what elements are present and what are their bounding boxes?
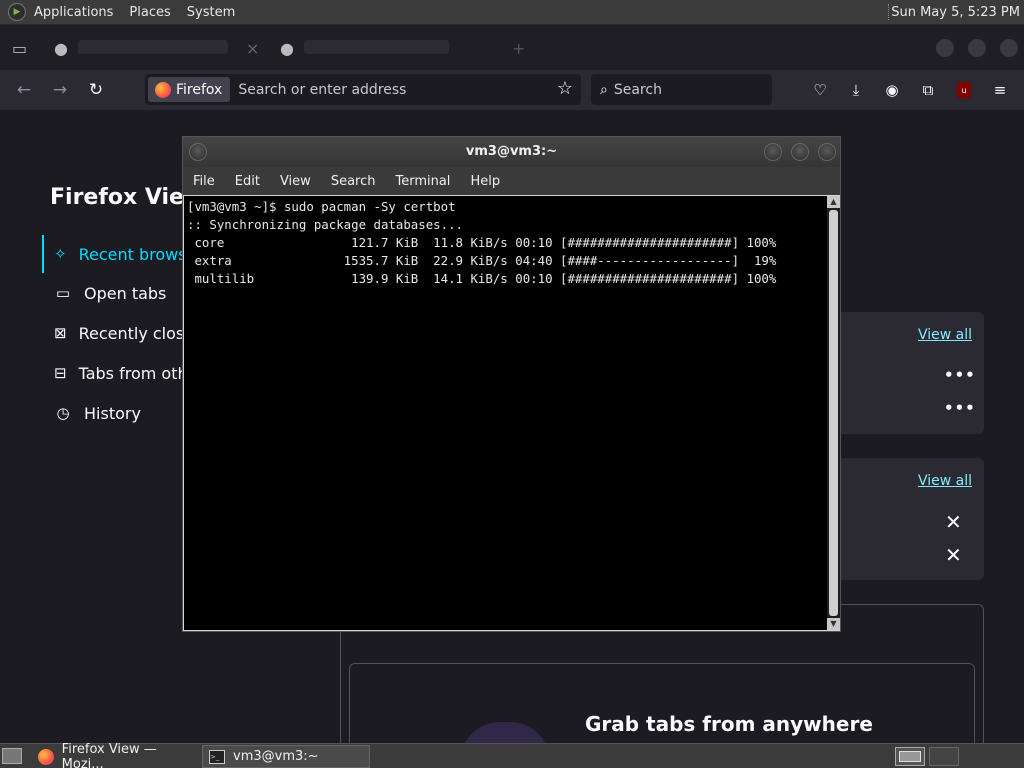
pocket-icon[interactable]: ♡	[810, 80, 830, 100]
terminal-line: :: Synchronizing package databases...	[187, 217, 464, 232]
panel-separator	[888, 4, 890, 20]
url-bar[interactable]: Firefox Search or enter address ☆	[145, 74, 581, 105]
menu-view[interactable]: View	[270, 174, 321, 189]
search-input[interactable]: Search	[614, 82, 662, 98]
nav-item-recently-closed[interactable]: ⊠ Recently closed	[42, 313, 192, 353]
nav-item-history[interactable]: ◷ History	[42, 393, 192, 433]
terminal-title: vm3@vm3:~	[465, 144, 558, 159]
terminal-scrollbar[interactable]: ▲ ▼	[827, 196, 840, 630]
tab-2[interactable]	[304, 40, 449, 54]
forward-icon[interactable]: →	[48, 78, 72, 102]
taskbar-item-firefox[interactable]: Firefox View — Mozi...	[32, 741, 200, 768]
workspace-1[interactable]	[895, 747, 925, 766]
maximize-button[interactable]	[791, 143, 809, 161]
firefox-view-icon[interactable]: ▭	[12, 39, 27, 58]
tab-close-icon[interactable]: ×	[246, 39, 259, 58]
nav-item-label: Recently closed	[78, 323, 192, 343]
nav-item-open-tabs[interactable]: ▭ Open tabs	[42, 273, 192, 313]
maximize-button[interactable]	[968, 39, 986, 57]
firefox-tab-strip: ▭ ● × ● +	[0, 25, 1024, 70]
sparkle-icon: ✧	[54, 245, 67, 263]
clock-icon: ◷	[56, 404, 70, 422]
bookmark-star-icon[interactable]: ☆	[557, 78, 573, 99]
nav-item-recent-browsing[interactable]: ✧ Recent browsing	[42, 235, 192, 273]
more-options-icon[interactable]: •••	[944, 399, 976, 417]
dismiss-icon[interactable]: ✕	[945, 510, 962, 534]
minimize-button[interactable]	[936, 39, 954, 57]
github-icon[interactable]: ●	[54, 39, 68, 58]
new-tab-icon[interactable]: +	[512, 39, 525, 58]
firefox-icon	[38, 748, 54, 765]
nav-item-label: History	[84, 403, 141, 423]
view-all-link[interactable]: View all	[918, 327, 972, 343]
close-button[interactable]	[818, 143, 836, 161]
nav-item-label: Recent browsing	[78, 244, 192, 264]
tab-1[interactable]	[78, 40, 228, 54]
close-button[interactable]	[1000, 39, 1018, 57]
minimize-button[interactable]	[764, 143, 782, 161]
menu-icon[interactable]: ≡	[990, 80, 1010, 100]
menu-search[interactable]: Search	[321, 174, 386, 189]
scroll-down-icon[interactable]: ▼	[827, 618, 840, 630]
downloads-icon[interactable]: ⤓	[846, 80, 866, 100]
menu-edit[interactable]: Edit	[225, 174, 270, 189]
terminal-line: multilib 139.9 KiB 14.1 KiB/s 00:10 [###…	[187, 271, 777, 286]
workspace-2[interactable]	[929, 747, 959, 766]
folder-icon: ▭	[55, 284, 71, 302]
distro-logo-icon[interactable]: ▶	[8, 3, 26, 21]
menu-help[interactable]: Help	[460, 174, 510, 189]
github-icon[interactable]: ●	[280, 39, 294, 58]
back-icon[interactable]: ←	[12, 78, 36, 102]
more-options-icon[interactable]: •••	[944, 366, 976, 384]
closed-tab-icon: ⊠	[54, 324, 67, 342]
show-desktop-icon[interactable]	[2, 748, 22, 764]
terminal-icon: >_	[209, 749, 225, 764]
terminal-window: vm3@vm3:~ File Edit View Search Terminal…	[182, 136, 841, 632]
identity-label: Firefox	[176, 81, 223, 98]
taskbar-item-label: Firefox View — Mozi...	[61, 741, 157, 768]
identity-box[interactable]: Firefox	[148, 77, 231, 102]
system-menu[interactable]: System	[179, 0, 243, 25]
extensions-icon[interactable]: ⧉	[918, 80, 938, 100]
places-menu[interactable]: Places	[121, 0, 178, 25]
applications-menu[interactable]: Applications	[26, 0, 121, 25]
terminal-titlebar[interactable]: vm3@vm3:~	[183, 137, 840, 167]
terminal-line: [vm3@vm3 ~]$ sudo pacman -Sy certbot	[187, 199, 456, 214]
view-all-link[interactable]: View all	[918, 473, 972, 489]
taskbar-item-label: vm3@vm3:~	[233, 749, 319, 764]
taskbar-item-terminal[interactable]: >_ vm3@vm3:~	[202, 745, 370, 768]
devices-icon: ⊟	[54, 364, 67, 382]
dismiss-icon[interactable]: ✕	[945, 543, 962, 567]
nav-item-label: Open tabs	[84, 283, 167, 303]
bottom-taskbar: Firefox View — Mozi... >_ vm3@vm3:~	[0, 741, 1024, 768]
empty-state-title: Grab tabs from anywhere	[585, 712, 873, 736]
firefox-view-nav: ✧ Recent browsing ▭ Open tabs ⊠ Recently…	[42, 235, 192, 433]
nav-item-tabs-from-other-devices[interactable]: ⊟ Tabs from other devices	[42, 353, 192, 393]
menu-file[interactable]: File	[183, 174, 225, 189]
nav-item-label: Tabs from other devices	[78, 363, 192, 383]
search-icon: ⌕	[600, 81, 608, 98]
firefox-logo-icon	[155, 81, 171, 98]
terminal-output[interactable]: [vm3@vm3 ~]$ sudo pacman -Sy certbot :: …	[184, 196, 827, 630]
account-icon[interactable]: ◉	[882, 80, 902, 100]
reload-icon[interactable]: ↻	[84, 78, 108, 102]
scrollbar-thumb[interactable]	[829, 210, 838, 616]
top-panel: ▶ Applications Places System Sun May 5, …	[0, 0, 1024, 25]
terminal-line: extra 1535.7 KiB 22.9 KiB/s 04:40 [####-…	[187, 253, 777, 268]
search-bar[interactable]: ⌕ Search	[591, 74, 772, 105]
scroll-up-icon[interactable]: ▲	[827, 196, 840, 208]
ublock-origin-icon[interactable]: u	[957, 82, 971, 98]
terminal-line: core 121.7 KiB 11.8 KiB/s 00:10 [#######…	[187, 235, 777, 250]
clock[interactable]: Sun May 5, 5:23 PM	[891, 0, 1020, 25]
terminal-menubar: File Edit View Search Terminal Help	[183, 167, 840, 195]
firefox-navbar: ← → ↻ Firefox Search or enter address ☆ …	[0, 70, 1024, 110]
url-input[interactable]: Search or enter address	[238, 82, 406, 98]
menu-terminal[interactable]: Terminal	[385, 174, 460, 189]
